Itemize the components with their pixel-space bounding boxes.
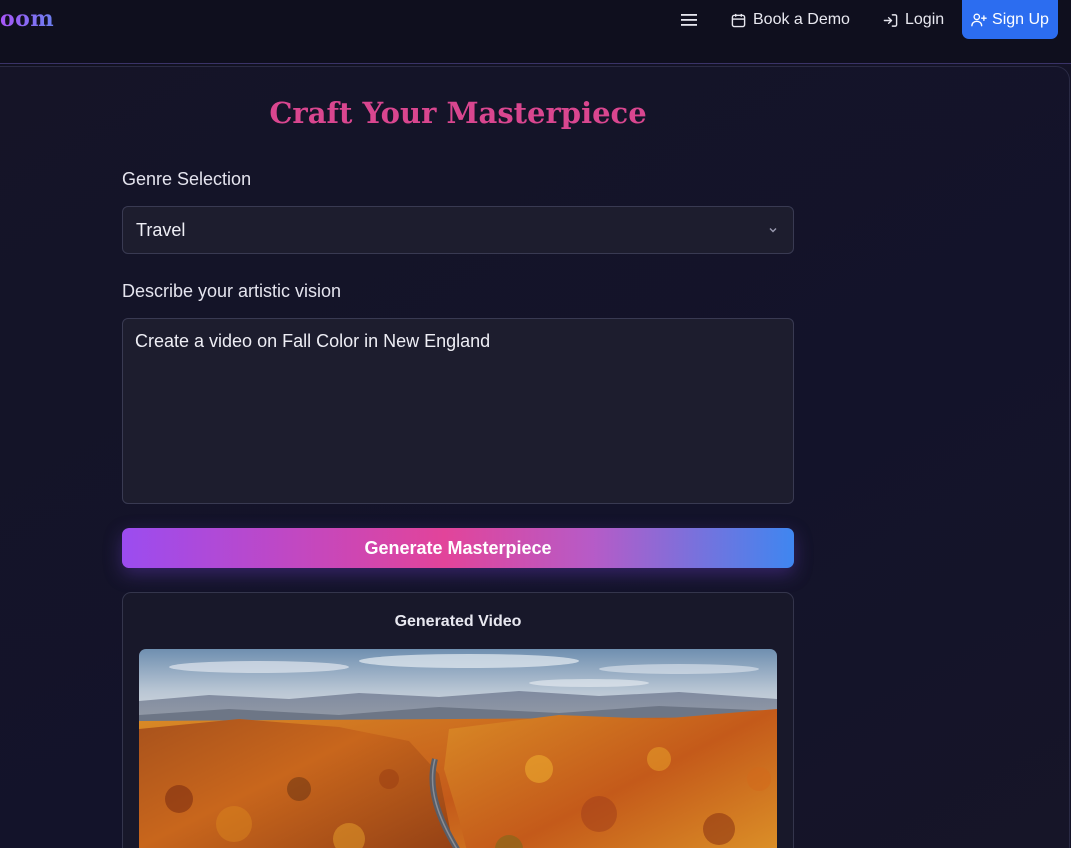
login-label: Login	[905, 11, 945, 28]
top-navigation-bar: oom Book a Demo Login Sign Up	[0, 0, 1071, 64]
genre-select[interactable]: Travel	[122, 206, 794, 254]
video-thumbnail-autumn-landscape	[139, 649, 777, 848]
generated-video-title: Generated Video	[394, 613, 522, 630]
menu-button[interactable]	[676, 8, 702, 32]
chevron-down-icon	[769, 228, 777, 233]
generated-video-card: Generated Video	[122, 592, 794, 848]
sign-up-label: Sign Up	[992, 10, 1049, 28]
book-demo-label: Book a Demo	[753, 11, 850, 28]
genre-label: Genre Selection	[122, 169, 252, 189]
brand-logo[interactable]: oom	[0, 6, 54, 32]
generate-masterpiece-button[interactable]: Generate Masterpiece	[122, 528, 794, 568]
sign-up-button[interactable]: Sign Up	[962, 0, 1058, 39]
user-plus-icon	[971, 13, 987, 27]
vision-label: Describe your artistic vision	[122, 281, 342, 301]
vision-textarea[interactable]: Create a video on Fall Color in New Engl…	[122, 318, 794, 504]
genre-selected-value: Travel	[136, 219, 186, 240]
page-title: Craft Your Masterpiece	[269, 96, 647, 130]
login-arrow-icon	[883, 13, 898, 27]
page: oom Book a Demo Login Sign Up Craft Your…	[0, 0, 1071, 848]
login-link[interactable]: Login	[883, 6, 944, 34]
generated-video-player[interactable]	[139, 649, 777, 848]
calendar-icon	[731, 13, 746, 27]
hamburger-menu-icon	[681, 14, 697, 26]
book-demo-link[interactable]: Book a Demo	[731, 6, 850, 34]
